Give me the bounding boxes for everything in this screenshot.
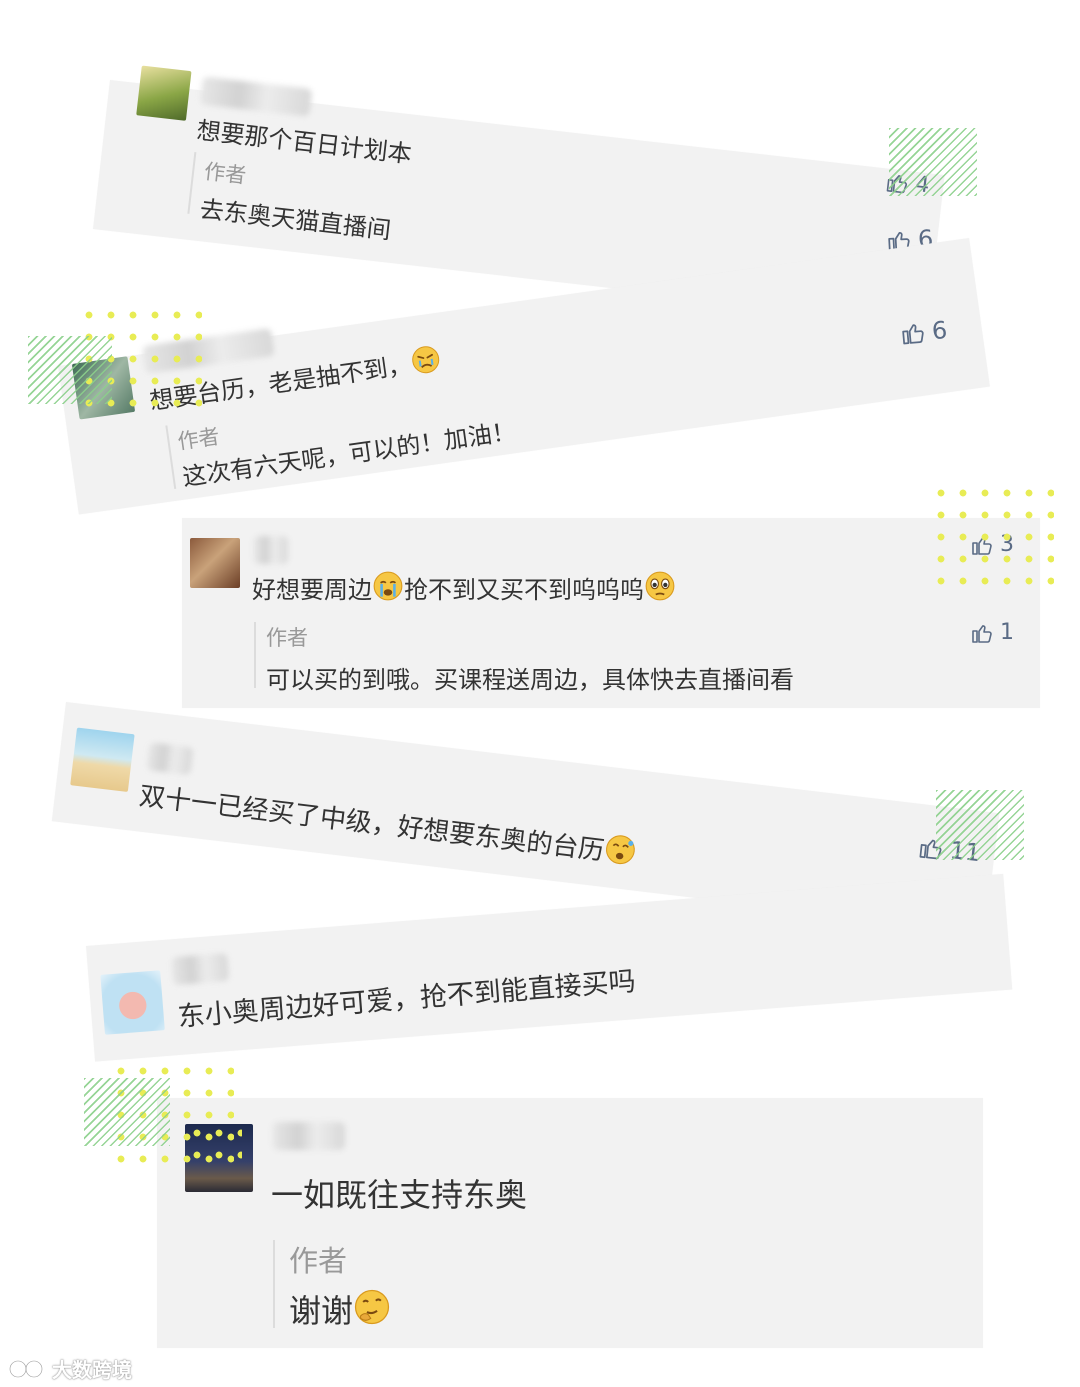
decorative-dot-pattern (186, 1122, 242, 1172)
commenter-name-blurred (199, 76, 313, 117)
angry-crying-emoji (412, 346, 440, 374)
commenter-avatar[interactable] (100, 970, 165, 1035)
author-reply-text: 这次有六天呢，可以的！加油！ (180, 417, 518, 492)
decorative-dot-pattern (930, 482, 1054, 586)
thumbs-up-icon (970, 621, 994, 645)
commenter-name-blurred (254, 536, 288, 564)
decorative-stripe-pattern (936, 790, 1024, 860)
author-reply-text: 谢谢 (289, 1286, 391, 1332)
thumbs-up-icon (899, 319, 927, 347)
commenter-name-blurred (273, 1122, 345, 1150)
author-label: 作者 (289, 1244, 348, 1278)
comment-card-6: 一如既往支持东奥 作者 谢谢 (157, 1098, 983, 1348)
author-label: 作者 (176, 424, 222, 454)
author-reply-text: 可以买的到哦。买课程送周边，具体快去直播间看 (266, 666, 794, 694)
sweat-smile-emoji (606, 835, 635, 865)
decorative-stripe-pattern (84, 1078, 170, 1146)
watermark: 大数跨境 (8, 1354, 132, 1383)
comment-card-3: 好想要周边 抢不到又买不到呜呜呜 作者 可以买的到哦。买课程送周边，具体快去直播… (182, 518, 1040, 708)
author-label: 作者 (266, 626, 308, 650)
thinking-emoji (354, 1289, 390, 1325)
decorative-stripe-pattern (28, 336, 112, 404)
author-reply-text: 去东奥天猫直播间 (198, 195, 393, 245)
commenter-avatar[interactable] (70, 727, 135, 792)
comment-text: 好想要周边 抢不到又买不到呜呜呜 (252, 570, 676, 605)
reply-divider (187, 152, 197, 214)
comment-text: 一如既往支持东奥 (271, 1176, 528, 1214)
crying-emoji (373, 571, 403, 601)
like-count: 6 (930, 315, 949, 346)
reply-divider (273, 1240, 275, 1328)
comment-text: 东小奥周边好可爱，抢不到能直接买吗 (176, 966, 637, 1033)
watermark-logo-icon (8, 1359, 44, 1378)
commenter-avatar[interactable] (136, 65, 192, 121)
reply-like-button[interactable]: 1 (970, 620, 1014, 645)
comment-like-button[interactable]: 6 (899, 315, 949, 348)
reply-divider (254, 622, 256, 688)
commenter-name-blurred (146, 742, 194, 776)
author-label: 作者 (202, 159, 248, 188)
comment-text: 双十一已经买了中级，好想要东奥的台历 (137, 775, 638, 871)
watermark-text: 大数跨境 (52, 1358, 132, 1382)
like-count: 1 (1000, 620, 1014, 645)
decorative-stripe-pattern (889, 128, 977, 196)
comment-card-5: 东小奥周边好可爱，抢不到能直接买吗 (86, 873, 1013, 1062)
commenter-avatar[interactable] (190, 538, 240, 588)
commenter-name-blurred (171, 952, 230, 986)
reply-divider (165, 425, 177, 490)
teary-eyed-emoji (645, 571, 675, 601)
